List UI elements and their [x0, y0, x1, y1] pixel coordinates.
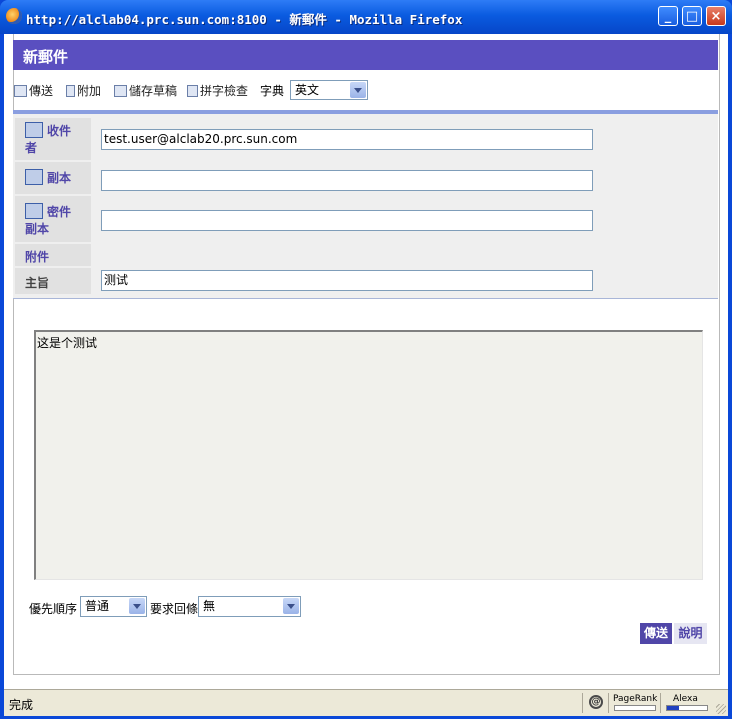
chevron-down-icon[interactable]: [283, 598, 299, 614]
priority-label: 優先順序: [29, 602, 78, 616]
close-button[interactable]: ×: [706, 6, 726, 26]
pagerank-label: PageRank: [613, 694, 658, 704]
to-label-line2: 者: [25, 141, 38, 155]
to-label-line1: 收件: [47, 124, 72, 138]
receipt-select[interactable]: 無: [198, 596, 301, 617]
firefox-icon: [6, 8, 22, 24]
address-fields-panel: 收件 者 test.user@alclab20.prc.sun.com 副本 密…: [13, 110, 718, 299]
page-header: 新郵件: [13, 40, 718, 70]
pagerank-bar: [614, 705, 656, 711]
save-draft-icon: [114, 85, 127, 97]
message-body-textarea[interactable]: 这是个测试: [34, 330, 703, 580]
dictionary-select-value: 英文: [295, 83, 320, 97]
chevron-down-icon[interactable]: [129, 598, 145, 614]
attachments-label: 附件: [15, 244, 91, 266]
dictionary-label: 字典: [260, 84, 285, 98]
bcc-field[interactable]: [101, 210, 593, 231]
browser-content: 新郵件 傳送 附加 儲存草稿 拼字檢查 字典 英文 收件 者 test.user…: [4, 34, 728, 716]
toolbar-save-draft-label: 儲存草稿: [129, 84, 178, 98]
envelope-icon: [14, 85, 27, 97]
dictionary-select[interactable]: 英文: [290, 80, 368, 100]
cc-field[interactable]: [101, 170, 593, 191]
resize-grip-icon[interactable]: [716, 704, 726, 714]
window-title: http://alclab04.prc.sun.com:8100 - 新郵件 -…: [26, 12, 463, 27]
paperclip-icon: [66, 85, 75, 97]
receipt-label: 要求回條: [150, 602, 199, 616]
statusbar-divider: [660, 693, 661, 713]
subject-label: 主旨: [15, 268, 91, 294]
cc-label[interactable]: 副本: [15, 162, 91, 194]
help-button[interactable]: 說明: [674, 623, 707, 644]
bcc-label-line2: 副本: [25, 222, 50, 236]
alexa-label: Alexa: [673, 694, 698, 704]
address-book-icon[interactable]: [25, 169, 43, 185]
statusbar-divider: [608, 693, 609, 713]
toolbar-save-draft-button[interactable]: 儲存草稿: [114, 82, 177, 99]
page-title: 新郵件: [23, 48, 69, 66]
statusbar-divider: [582, 693, 583, 713]
send-button[interactable]: 傳送: [640, 623, 672, 644]
spellcheck-icon: [187, 85, 198, 97]
at-sign-icon[interactable]: @: [589, 695, 603, 709]
to-label[interactable]: 收件 者: [15, 118, 91, 160]
receipt-select-value: 無: [203, 599, 216, 613]
bcc-label[interactable]: 密件 副本: [15, 196, 91, 242]
window-titlebar[interactable]: http://alclab04.prc.sun.com:8100 - 新郵件 -…: [0, 0, 732, 34]
toolbar-attach-label: 附加: [77, 84, 102, 98]
priority-select-value: 普通: [85, 599, 110, 613]
toolbar-spellcheck-label: 拼字檢查: [200, 84, 249, 98]
priority-select[interactable]: 普通: [80, 596, 147, 617]
bcc-label-line1: 密件: [47, 205, 72, 219]
toolbar-send-button[interactable]: 傳送: [14, 82, 53, 99]
cc-label-text: 副本: [47, 171, 72, 185]
toolbar-spellcheck-button[interactable]: 拼字檢查: [187, 82, 248, 99]
toolbar-send-label: 傳送: [29, 84, 54, 98]
subject-field[interactable]: 测试: [101, 270, 593, 291]
chevron-down-icon[interactable]: [350, 82, 366, 98]
compose-toolbar: 傳送 附加 儲存草稿 拼字檢查 字典 英文: [14, 80, 719, 100]
status-text: 完成: [9, 698, 34, 712]
toolbar-attach-button[interactable]: 附加: [66, 82, 101, 99]
address-book-icon[interactable]: [25, 203, 43, 219]
address-book-icon[interactable]: [25, 122, 43, 138]
to-field[interactable]: test.user@alclab20.prc.sun.com: [101, 129, 593, 150]
status-bar: 完成 @ PageRank Alexa: [4, 689, 728, 716]
minimize-button[interactable]: _: [658, 6, 678, 26]
maximize-button[interactable]: □: [682, 6, 702, 26]
alexa-bar: [666, 705, 708, 711]
